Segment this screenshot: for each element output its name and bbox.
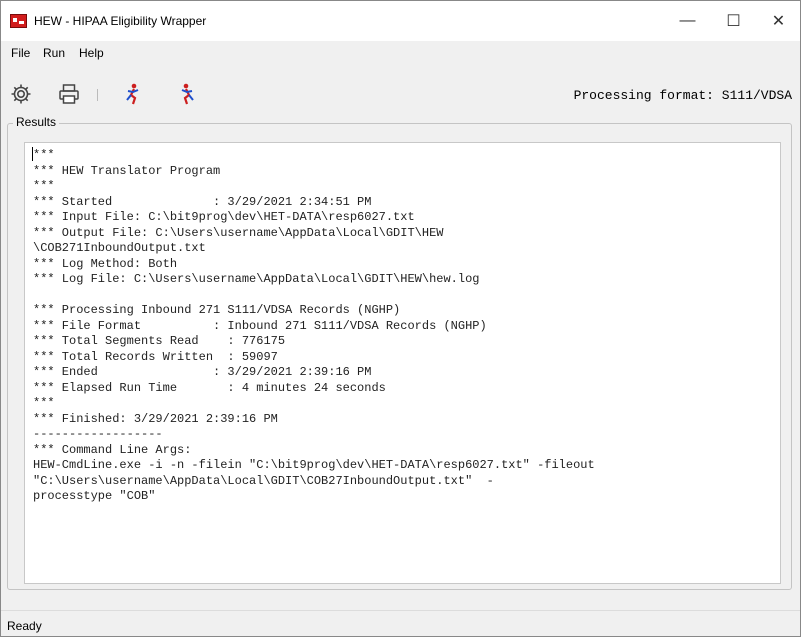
menu-file[interactable]: File bbox=[11, 46, 30, 60]
title-bar[interactable]: HEW - HIPAA Eligibility Wrapper — ☐ ✕ bbox=[1, 1, 800, 41]
results-line: *** Output File: C:\Users\username\AppDa… bbox=[33, 225, 444, 240]
run-inbound-icon[interactable] bbox=[121, 82, 145, 106]
app-icon[interactable] bbox=[10, 14, 27, 28]
results-line: *** bbox=[33, 396, 55, 410]
results-line: HEW-CmdLine.exe -i -n -filein "C:\bit9pr… bbox=[33, 458, 595, 472]
results-line bbox=[33, 288, 780, 304]
app-window: HEW - HIPAA Eligibility Wrapper — ☐ ✕ Fi… bbox=[0, 0, 801, 637]
close-icon: ✕ bbox=[771, 13, 786, 30]
window-title: HEW - HIPAA Eligibility Wrapper bbox=[34, 14, 207, 28]
gear-icon[interactable] bbox=[9, 82, 33, 106]
menu-bar: File Run Help bbox=[1, 41, 800, 65]
results-line: *** Started : 3/29/2021 2:34:51 PM bbox=[33, 194, 372, 209]
close-button[interactable]: ✕ bbox=[756, 1, 800, 41]
menu-help[interactable]: Help bbox=[79, 46, 104, 60]
printer-icon[interactable] bbox=[57, 82, 81, 106]
maximize-icon: ☐ bbox=[726, 13, 741, 30]
results-line: ------------------ bbox=[33, 427, 163, 441]
results-line: *** Elapsed Run Time : 4 minutes 24 seco… bbox=[33, 380, 386, 395]
status-text: Ready bbox=[7, 619, 42, 633]
results-line: *** Input File: C:\bit9prog\dev\HET-DATA… bbox=[33, 210, 415, 224]
results-line: *** HEW Translator Program bbox=[33, 163, 221, 178]
toolbar-separator bbox=[97, 89, 98, 101]
results-line: *** Command Line Args: bbox=[33, 442, 192, 457]
results-line: *** Ended : 3/29/2021 2:39:16 PM bbox=[33, 365, 372, 379]
results-line: \COB271InboundOutput.txt bbox=[33, 241, 206, 255]
run-outbound-icon[interactable] bbox=[175, 82, 199, 106]
minimize-icon: — bbox=[679, 12, 696, 29]
maximize-button[interactable]: ☐ bbox=[711, 1, 756, 41]
results-group-label: Results bbox=[13, 115, 60, 129]
results-line: "C:\Users\username\AppData\Local\GDIT\CO… bbox=[33, 473, 494, 488]
results-line: *** Total Records Written : 59097 bbox=[33, 349, 278, 364]
status-bar: Ready bbox=[1, 610, 800, 636]
results-line: *** bbox=[33, 148, 55, 162]
toolbar: Processing format: S111/VDSA bbox=[1, 65, 800, 123]
menu-run[interactable]: Run bbox=[43, 46, 65, 60]
results-line: *** bbox=[33, 179, 55, 193]
results-line: *** File Format : Inbound 271 S111/VDSA … bbox=[33, 318, 487, 333]
text-caret bbox=[32, 147, 33, 161]
results-line: processtype "COB" bbox=[33, 489, 156, 503]
results-textbox[interactable]: *** *** HEW Translator Program *** *** Star… bbox=[24, 142, 781, 584]
results-line: *** Processing Inbound 271 S111/VDSA Rec… bbox=[33, 303, 401, 317]
results-text: *** *** HEW Translator Program *** *** Star… bbox=[25, 143, 780, 505]
results-line: *** Finished: 3/29/2021 2:39:16 PM bbox=[33, 411, 278, 426]
results-line: *** Log Method: Both bbox=[33, 256, 178, 271]
minimize-button[interactable]: — bbox=[665, 1, 710, 41]
results-line: *** Total Segments Read : 776175 bbox=[33, 334, 286, 348]
processing-format-label: Processing format: S111/VDSA bbox=[573, 88, 792, 103]
results-line: *** Log File: C:\Users\username\AppData\… bbox=[33, 272, 480, 286]
